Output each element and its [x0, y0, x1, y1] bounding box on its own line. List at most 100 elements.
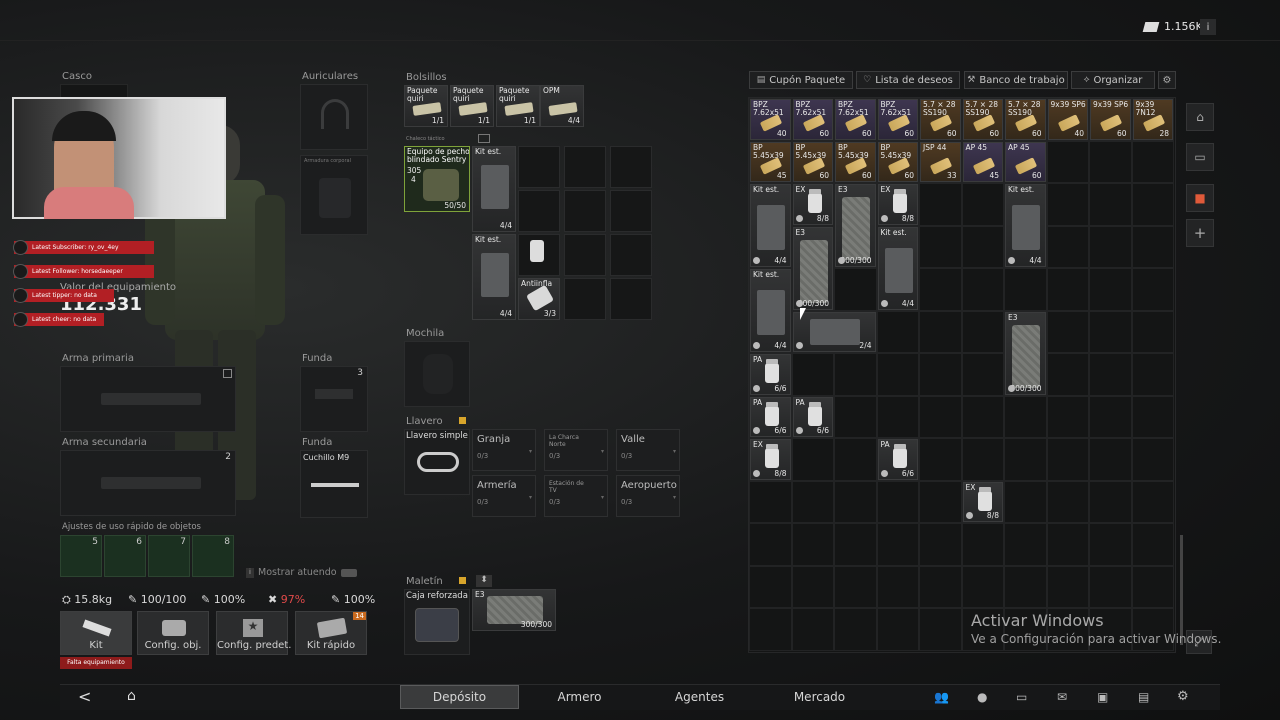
primary-weapon-slot[interactable] [60, 366, 236, 432]
stash-cell[interactable] [834, 608, 877, 651]
stash-item[interactable]: 9x39 SP6 40 [1047, 99, 1088, 140]
stash-cell[interactable] [834, 268, 877, 311]
case-plate-item[interactable]: E3 300/300 [472, 589, 556, 631]
mail-icon[interactable]: ✉ [1057, 690, 1067, 704]
stash-cell[interactable] [1004, 268, 1047, 311]
stash-cell[interactable] [834, 353, 877, 396]
stash-cell[interactable] [919, 183, 962, 226]
stash-cell[interactable] [876, 310, 919, 353]
stash-item[interactable]: BP 5.45x39 60 [835, 141, 876, 182]
vest-options-icon[interactable] [478, 134, 490, 143]
tab-organize[interactable]: ⟡ Organizar [1071, 71, 1155, 89]
stash-cell[interactable] [1004, 523, 1047, 566]
stash-cell[interactable] [961, 225, 1004, 268]
keychain-map-slot[interactable]: Granja 0/3 ▾ [472, 429, 536, 471]
stash-cell[interactable] [961, 310, 1004, 353]
pocket-item[interactable]: OPM 4/4 [540, 85, 584, 127]
stash-cell[interactable] [749, 608, 792, 651]
stash-cell[interactable] [876, 608, 919, 651]
stash-cell[interactable] [1046, 353, 1089, 396]
config-predet-button[interactable]: ★ Config. predet. [216, 611, 291, 655]
stash-cell[interactable] [1089, 565, 1132, 608]
stash-cell[interactable] [919, 225, 962, 268]
tab-mercado[interactable]: Mercado [760, 685, 879, 709]
stash-item[interactable]: 5.7 × 28 SS190 60 [920, 99, 961, 140]
vest-cell[interactable] [564, 278, 606, 320]
stash-cell[interactable] [749, 480, 792, 523]
stash-item[interactable]: PA 6/6 [750, 354, 791, 395]
stash-cell[interactable] [1089, 310, 1132, 353]
stash-cell[interactable] [1004, 395, 1047, 438]
quick-slot[interactable]: 7 [148, 535, 190, 577]
stash-cell[interactable] [1131, 523, 1174, 566]
vest-kit-1[interactable]: Kit est. 4/4 [472, 146, 516, 232]
stash-item[interactable]: AP 45 60 [1005, 141, 1046, 182]
tab-workbench[interactable]: ⚒ Banco de trabajo [964, 71, 1068, 89]
stash-cell[interactable] [791, 565, 834, 608]
stash-cell[interactable] [1089, 395, 1132, 438]
vest-cell[interactable] [610, 190, 652, 232]
secondary-weapon-slot[interactable]: 2 [60, 450, 236, 516]
stash-cell[interactable] [1046, 183, 1089, 226]
stash-item[interactable]: EX 8/8 [962, 481, 1003, 522]
stash-cell[interactable] [919, 523, 962, 566]
stash-cell[interactable] [1089, 523, 1132, 566]
stash-item[interactable]: E3 300/300 [792, 226, 833, 310]
profile-icon[interactable]: ● [977, 690, 987, 704]
stash-item[interactable]: Kit est. 4/4 [750, 269, 791, 352]
stash-cell[interactable] [1046, 565, 1089, 608]
stash-cell[interactable] [1131, 225, 1174, 268]
stash-cell[interactable] [1089, 140, 1132, 183]
stash-cell[interactable] [791, 523, 834, 566]
stash-cell[interactable] [1089, 480, 1132, 523]
stash-cell[interactable] [791, 353, 834, 396]
stash-item[interactable]: BP 5.45x39 60 [792, 141, 833, 182]
vest-cell[interactable] [518, 146, 560, 188]
vest-cell[interactable] [564, 190, 606, 232]
stash-item[interactable]: Kit est. 4/4 [750, 184, 791, 267]
vest-cell[interactable] [518, 190, 560, 232]
stash-cell[interactable] [961, 565, 1004, 608]
maletin-pin-icon[interactable]: ⬍ [476, 575, 492, 587]
tab-heart[interactable]: ♡ Lista de deseos [856, 71, 960, 89]
stash-settings-button[interactable]: ⚙ [1158, 71, 1176, 89]
stash-item[interactable]: BPZ 7.62x51 60 [792, 99, 833, 140]
stash-cell[interactable] [1089, 353, 1132, 396]
settings-gear-icon[interactable]: ⚙ [1177, 689, 1189, 704]
stash-cell[interactable] [1089, 225, 1132, 268]
lock-icon[interactable]: ▣ [1097, 690, 1108, 704]
stash-cell[interactable] [834, 565, 877, 608]
stash-cell[interactable] [791, 608, 834, 651]
notes-icon[interactable]: ▤ [1138, 690, 1149, 704]
quick-slot[interactable]: 5 [60, 535, 102, 577]
stash-cell[interactable] [919, 353, 962, 396]
stash-cell[interactable] [1046, 225, 1089, 268]
stash-item[interactable]: BP 5.45x39 60 [877, 141, 918, 182]
stash-cell[interactable] [1131, 565, 1174, 608]
stash-cell[interactable] [1046, 268, 1089, 311]
kit-button[interactable]: Kit [60, 611, 132, 655]
stash-cell[interactable] [1046, 310, 1089, 353]
stash-item[interactable]: JSP 44 33 [920, 141, 961, 182]
stash-cell[interactable] [961, 438, 1004, 481]
stash-item[interactable]: EX 8/8 [792, 184, 833, 225]
stash-cell[interactable] [834, 438, 877, 481]
stash-cell[interactable] [919, 268, 962, 311]
orange-case-icon[interactable]: ■ [1186, 184, 1214, 212]
chest-icon[interactable]: ▭ [1186, 143, 1214, 171]
stash-cell[interactable] [834, 395, 877, 438]
stash-cell[interactable] [834, 523, 877, 566]
pocket-item[interactable]: Paquete quiri 1/1 [496, 85, 540, 127]
stash-item[interactable]: E3 300/300 [1005, 311, 1046, 395]
case-slot[interactable]: Caja reforzada [404, 589, 470, 655]
stash-cell[interactable] [876, 523, 919, 566]
pocket-item[interactable]: Paquete quiri 1/1 [450, 85, 494, 127]
stash-cell[interactable] [876, 353, 919, 396]
body-armor-slot[interactable]: Armadura corporal [300, 155, 368, 235]
stash-item[interactable]: PA 6/6 [877, 439, 918, 480]
stash-cell[interactable] [961, 523, 1004, 566]
stash-cell[interactable] [1046, 438, 1089, 481]
vest-cell[interactable] [564, 234, 606, 276]
tab-agentes[interactable]: Agentes [640, 685, 759, 709]
home-button[interactable]: ⌂ [127, 688, 136, 704]
